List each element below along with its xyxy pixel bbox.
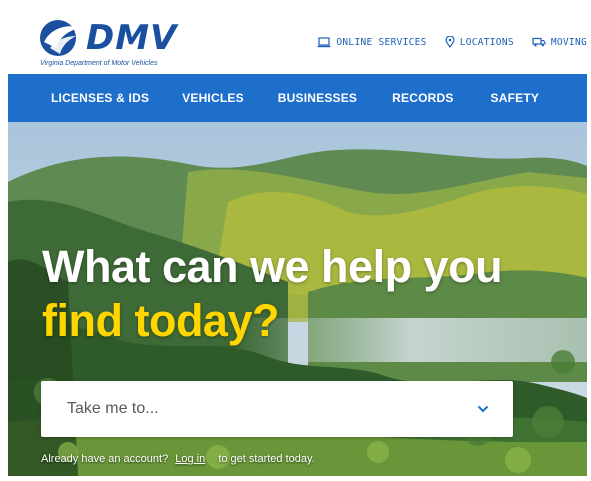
- page-frame: DMV Virginia Department of Motor Vehicle…: [8, 8, 587, 476]
- laptop-icon: [317, 36, 331, 47]
- moving-link[interactable]: MOVING: [532, 37, 587, 48]
- main-nav: LICENSES & IDS VEHICLES BUSINESSES RECOR…: [8, 74, 587, 122]
- hero-title: What can we help you find today?: [42, 240, 503, 348]
- locations-link[interactable]: LOCATIONS: [445, 36, 514, 48]
- site-header: DMV Virginia Department of Motor Vehicle…: [8, 8, 587, 74]
- chevron-down-icon: [477, 405, 489, 413]
- hero-section: What can we help you find today? Take me…: [8, 122, 587, 476]
- logo-mark-icon: [40, 20, 80, 56]
- moving-label: MOVING: [550, 36, 587, 48]
- utility-nav: ONLINE SERVICES LOCATIONS MOVING: [317, 36, 587, 48]
- account-prompt: Already have an account? Log in to get s…: [41, 453, 315, 465]
- login-link[interactable]: Log in: [175, 453, 205, 465]
- nav-item-safety[interactable]: SAFETY: [491, 91, 540, 105]
- logo-wordmark: DMV: [86, 18, 178, 58]
- dmv-logo[interactable]: DMV Virginia Department of Motor Vehicle…: [36, 18, 206, 70]
- hero-title-line2: find today?: [42, 295, 279, 346]
- nav-item-licenses-ids[interactable]: LICENSES & IDS: [51, 91, 149, 105]
- nav-item-vehicles[interactable]: VEHICLES: [182, 91, 244, 105]
- online-services-label: ONLINE SERVICES: [336, 36, 427, 48]
- dropdown-placeholder: Take me to...: [67, 400, 159, 417]
- truck-icon: [532, 37, 546, 47]
- online-services-link[interactable]: ONLINE SERVICES: [317, 37, 426, 48]
- take-me-to-dropdown[interactable]: Take me to...: [41, 381, 513, 437]
- logo-subtitle: Virginia Department of Motor Vehicles: [40, 60, 158, 67]
- nav-item-businesses[interactable]: BUSINESSES: [278, 91, 357, 105]
- hero-title-line1: What can we help you: [42, 241, 503, 292]
- account-suffix: to get started today.: [218, 453, 315, 465]
- nav-item-records[interactable]: RECORDS: [392, 91, 453, 105]
- map-pin-icon: [445, 36, 455, 48]
- account-prefix: Already have an account?: [41, 453, 169, 465]
- locations-label: LOCATIONS: [459, 36, 514, 48]
